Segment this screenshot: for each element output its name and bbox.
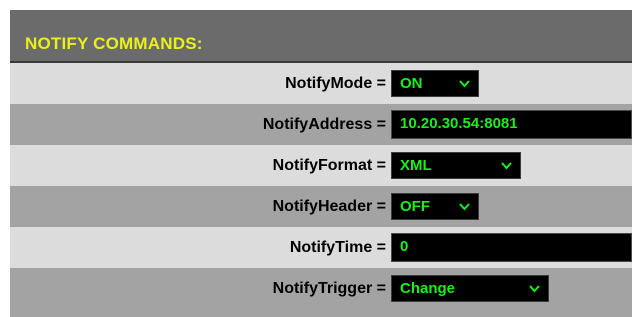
panel-title: NOTIFY COMMANDS:: [25, 34, 203, 53]
notify-format-value: XML: [400, 157, 432, 174]
chevron-down-icon: [501, 162, 512, 170]
notify-address-row: NotifyAddress = 10.20.30.54:8081: [10, 104, 632, 145]
notify-address-input[interactable]: 10.20.30.54:8081: [391, 110, 632, 139]
notify-time-value: 0: [400, 238, 409, 255]
chevron-down-icon: [459, 203, 470, 211]
notify-time-label: NotifyTime =: [289, 239, 386, 256]
notify-address-value: 10.20.30.54:8081: [400, 115, 518, 132]
notify-time-row: NotifyTime = 0: [10, 227, 632, 268]
notify-trigger-value: Change: [400, 280, 456, 297]
notify-header-select[interactable]: OFF: [391, 193, 479, 220]
chevron-down-icon: [459, 80, 470, 88]
notify-trigger-row: NotifyTrigger = Change: [10, 268, 632, 317]
notify-format-select[interactable]: XML: [391, 152, 521, 179]
notify-header-row: NotifyHeader = OFF: [10, 186, 632, 227]
notify-header-label: NotifyHeader =: [272, 198, 386, 215]
notify-mode-value: ON: [400, 75, 423, 92]
notify-mode-row: NotifyMode = ON: [10, 63, 632, 104]
notify-mode-select[interactable]: ON: [391, 70, 479, 97]
chevron-down-icon: [529, 285, 540, 293]
notify-format-label: NotifyFormat =: [272, 157, 386, 174]
notify-time-input[interactable]: 0: [391, 233, 632, 262]
notify-commands-panel: NOTIFY COMMANDS: NotifyMode = ON NotifyA…: [0, 0, 632, 317]
notify-format-row: NotifyFormat = XML: [10, 145, 632, 186]
notify-trigger-label: NotifyTrigger =: [272, 280, 386, 297]
panel-header: NOTIFY COMMANDS:: [10, 10, 632, 63]
notify-mode-label: NotifyMode =: [285, 75, 386, 92]
notify-address-label: NotifyAddress =: [262, 116, 386, 133]
notify-header-value: OFF: [400, 198, 430, 215]
notify-trigger-select[interactable]: Change: [391, 275, 549, 302]
